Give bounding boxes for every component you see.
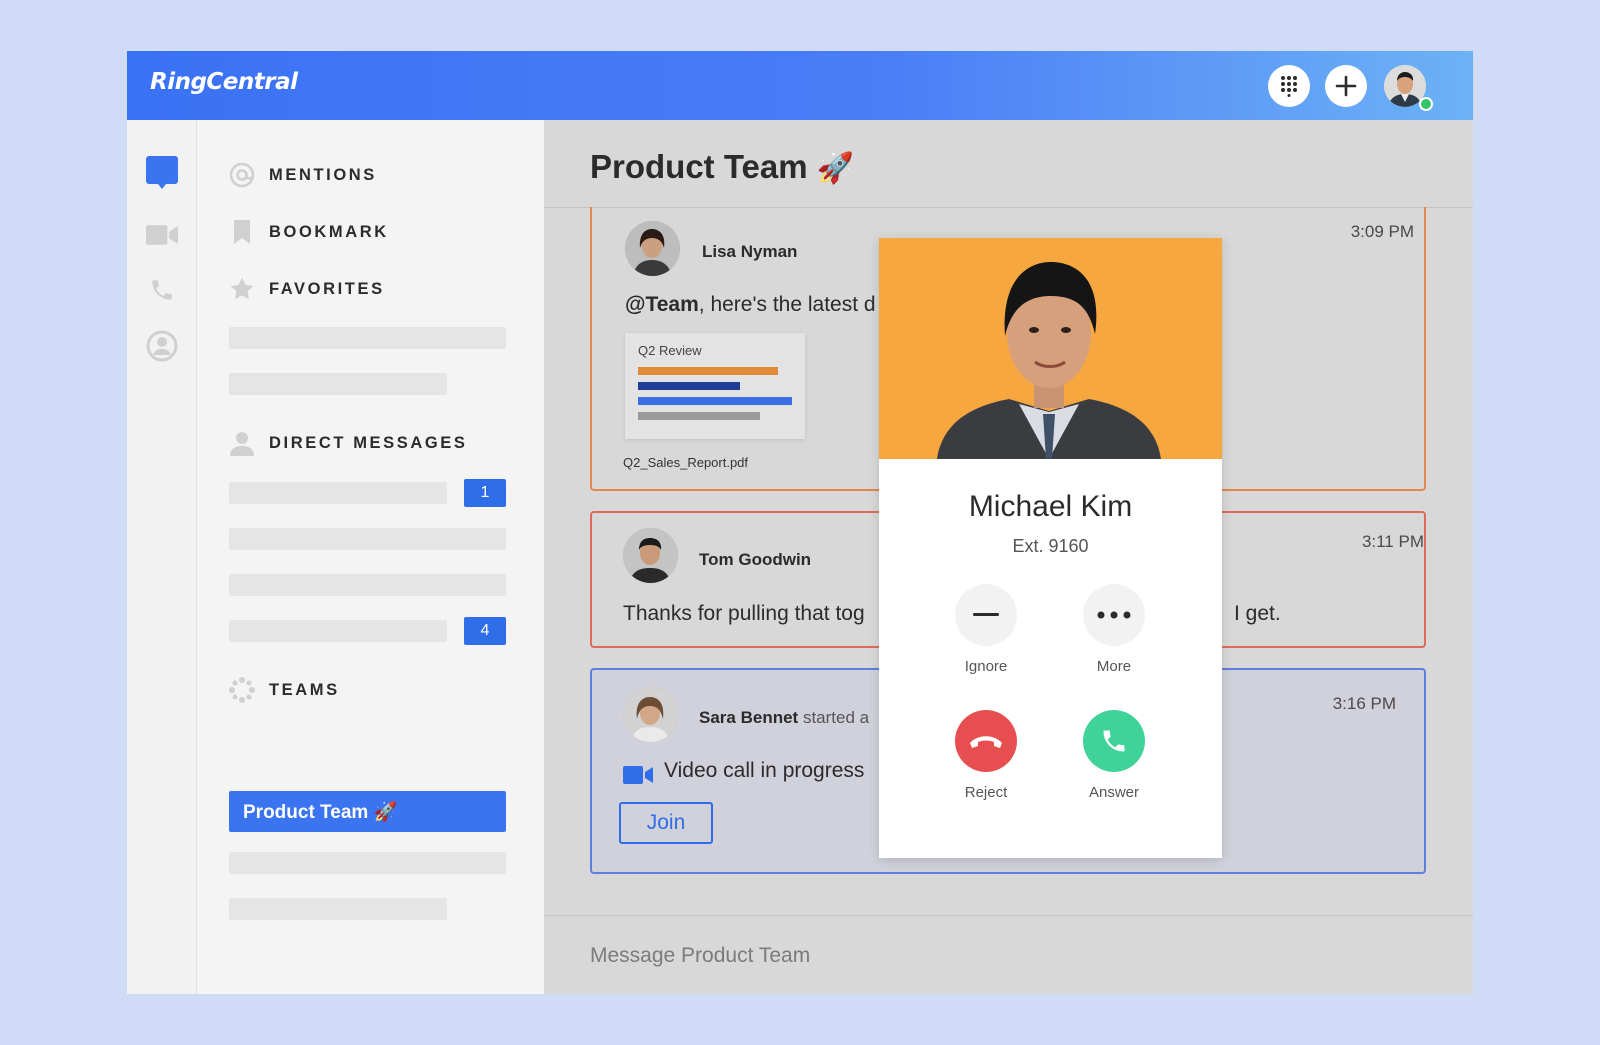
message-body-tail: I get. [1234, 602, 1281, 625]
placeholder-item [229, 528, 506, 550]
message-author: Sara Bennet started a [699, 708, 869, 728]
message-author: Lisa Nyman [702, 242, 798, 261]
caller-name: Michael Kim [968, 490, 1133, 523]
rocket-emoji: 🚀 [816, 152, 855, 185]
dialpad-icon [1281, 76, 1297, 97]
message-time: 3:16 PM [1332, 694, 1396, 713]
nav-teams[interactable]: TEAMS [229, 677, 340, 703]
message-body: , here's the latest d [698, 293, 876, 316]
attachment-thumbnail[interactable]: Q2 Review [625, 333, 805, 439]
reject-label: Reject [964, 784, 1008, 801]
presence-indicator [1419, 97, 1433, 111]
message-time: 3:11 PM [1361, 532, 1424, 551]
app-window: RingCentral MENTIONS BOOKMARK FAVORITES … [127, 51, 1473, 994]
person-icon [229, 430, 255, 456]
plus-icon [1335, 75, 1357, 97]
chart-bar [638, 382, 740, 390]
video-call-status: Video call in progress [664, 759, 865, 782]
more-label: More [1096, 658, 1132, 675]
answer-label: Answer [1088, 784, 1140, 801]
nav-bookmark[interactable]: BOOKMARK [229, 219, 389, 245]
chart-bar [638, 412, 760, 420]
message-icon [146, 156, 178, 189]
avatar [625, 221, 680, 276]
reject-button[interactable] [955, 710, 1017, 772]
sidebar: MENTIONS BOOKMARK FAVORITES DIRECT MESSA… [197, 120, 544, 994]
page-title: Product Team 🚀 [590, 148, 854, 186]
contacts-icon [146, 330, 178, 362]
minus-icon [973, 613, 999, 616]
hang-up-icon [970, 736, 1002, 748]
dialpad-button[interactable] [1268, 65, 1310, 107]
placeholder-item [229, 852, 506, 874]
more-button[interactable] [1083, 584, 1145, 646]
teams-icon [229, 677, 255, 703]
join-button[interactable]: Join [619, 802, 713, 844]
at-sign-icon [229, 162, 255, 188]
ringcentral-logo: RingCentral [150, 69, 298, 95]
caller-photo [879, 238, 1222, 459]
video-icon [146, 225, 178, 245]
attachment-title: Q2 Review [638, 343, 702, 358]
avatar [623, 528, 678, 583]
ignore-button[interactable] [955, 584, 1017, 646]
rail-phone-button[interactable] [146, 274, 178, 306]
rail-video-button[interactable] [146, 219, 178, 251]
conversation-header: Product Team 🚀 [544, 120, 1473, 208]
placeholder-item [229, 373, 447, 395]
message-body: Thanks for pulling that tog [623, 602, 865, 625]
placeholder-item [229, 482, 447, 504]
nav-mentions[interactable]: MENTIONS [229, 162, 377, 188]
nav-mentions-label: MENTIONS [269, 165, 377, 184]
caller-extension: Ext. 9160 [1012, 536, 1089, 556]
star-icon [229, 276, 255, 302]
phone-icon [152, 280, 172, 300]
placeholder-item [229, 620, 447, 642]
video-call-icon [623, 766, 653, 789]
unread-badge: 1 [464, 479, 506, 507]
nav-bookmark-label: BOOKMARK [269, 222, 389, 241]
rail-messages-button[interactable] [146, 156, 178, 189]
message-time: 3:09 PM [1350, 222, 1414, 241]
page-title-text: Product Team [590, 148, 808, 185]
unread-badge: 4 [464, 617, 506, 645]
top-bar: RingCentral [127, 51, 1473, 120]
ignore-label: Ignore [964, 658, 1008, 675]
bookmark-icon [229, 219, 255, 245]
nav-favorites-label: FAVORITES [269, 279, 385, 298]
nav-teams-label: TEAMS [269, 680, 340, 699]
add-button[interactable] [1325, 65, 1367, 107]
answer-button[interactable] [1083, 710, 1145, 772]
chart-bar [638, 397, 792, 405]
placeholder-item [229, 327, 506, 349]
avatar [623, 687, 678, 742]
chart-bar [638, 367, 778, 375]
nav-favorites[interactable]: FAVORITES [229, 276, 385, 302]
author-action: started a [802, 708, 870, 727]
rail-contacts-button[interactable] [146, 330, 178, 362]
message-text: @Team, here's the latest d [625, 293, 876, 317]
nav-direct-messages-label: DIRECT MESSAGES [269, 433, 468, 452]
phone-answer-icon [1103, 730, 1125, 752]
more-dots-icon [1097, 611, 1131, 619]
author-name: Sara Bennet [699, 708, 799, 727]
nav-direct-messages[interactable]: DIRECT MESSAGES [229, 430, 468, 456]
composer-placeholder: Message Product Team [590, 944, 811, 967]
left-rail [127, 120, 197, 994]
mention-link[interactable]: @Team [625, 293, 699, 316]
team-item-product-team[interactable]: Product Team 🚀 [229, 791, 506, 832]
placeholder-item [229, 898, 447, 920]
incoming-call-card: Michael Kim Ext. 9160 Ignore More Reject… [879, 238, 1222, 858]
message-composer[interactable]: Message Product Team [544, 915, 1473, 994]
placeholder-item [229, 574, 506, 596]
attachment-filename[interactable]: Q2_Sales_Report.pdf [623, 455, 748, 470]
message-author: Tom Goodwin [699, 550, 812, 569]
